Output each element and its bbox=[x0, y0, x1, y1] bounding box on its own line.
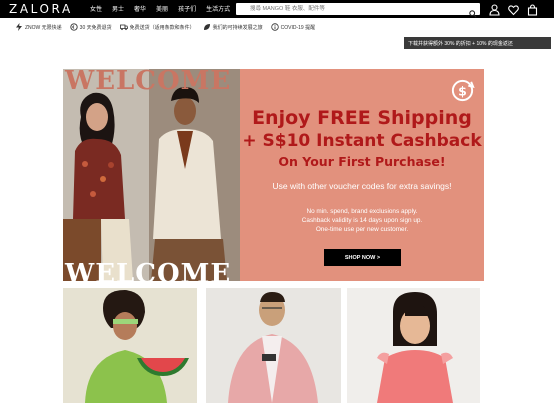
nav-item-beauty[interactable]: 美丽 bbox=[156, 4, 168, 13]
account-icon[interactable] bbox=[489, 3, 500, 16]
wishlist-heart-icon[interactable] bbox=[508, 3, 519, 16]
usp-item-returns[interactable]: 30 天免费退货 bbox=[70, 23, 112, 31]
lightning-icon bbox=[15, 23, 23, 31]
usp-item-sustainability[interactable]: 我们的可持续发展之旅 bbox=[203, 23, 263, 31]
svg-text:$: $ bbox=[458, 83, 467, 98]
shopping-bag-icon[interactable] bbox=[527, 3, 538, 16]
usp-item-znow[interactable]: ZNOW 无限快递 bbox=[15, 23, 62, 31]
usp-label: 我们的可持续发展之旅 bbox=[212, 24, 263, 31]
nav-item-women[interactable]: 女性 bbox=[90, 4, 102, 13]
usp-bar: ZNOW 无限快递 30 天免费退货 免费送货（适用条款和条件） 我们的可持续发… bbox=[0, 18, 554, 49]
promo-fineprint-1: No min. spend, brand exclusions apply. bbox=[306, 208, 418, 215]
nav-item-luxury[interactable]: 奢华 bbox=[134, 4, 146, 13]
search-input[interactable] bbox=[250, 4, 460, 14]
category-tile-men[interactable] bbox=[206, 288, 341, 403]
promo-fineprint-3: One-time use per new customer. bbox=[315, 226, 409, 233]
header-actions bbox=[489, 3, 538, 16]
tile-photo-girl-pink-dress bbox=[347, 288, 480, 403]
cashback-dollar-icon: $ bbox=[449, 77, 476, 109]
app-download-promo[interactable]: 下载并获得额外 30% 的折扣 + 10% 的现金返还 bbox=[404, 37, 551, 49]
info-icon bbox=[270, 23, 279, 31]
nav-item-lifestyle[interactable]: 生活方式 bbox=[206, 4, 230, 13]
top-navigation-bar: ZALORA 女性 男士 奢华 美丽 孩子们 生活方式 bbox=[0, 0, 554, 18]
tile-photo-woman-watermelon bbox=[63, 288, 197, 403]
zalora-logo[interactable]: ZALORA bbox=[9, 2, 73, 16]
truck-icon bbox=[119, 23, 128, 31]
category-tile-women[interactable] bbox=[63, 288, 197, 403]
promo-subline: Use with other voucher codes for extra s… bbox=[272, 181, 452, 191]
promo-banner[interactable]: $ Enjoy FREE Shipping + S$10 Instant Cas… bbox=[240, 69, 484, 281]
usp-label: 30 天免费退货 bbox=[79, 24, 112, 31]
promo-fineprint-2: Cashback validity is 14 days upon sign u… bbox=[301, 217, 423, 224]
welcome-heading-top: WELCOME bbox=[65, 69, 232, 96]
usp-label: COVID-19 提醒 bbox=[280, 24, 316, 31]
usp-item-covid[interactable]: COVID-19 提醒 bbox=[270, 23, 316, 31]
promo-headline-cashback: + S$10 Instant Cashback bbox=[242, 131, 482, 151]
shop-now-button[interactable]: SHOP NOW > bbox=[324, 249, 401, 266]
banner-models-illustration bbox=[63, 69, 240, 281]
nav-item-men[interactable]: 男士 bbox=[112, 4, 124, 13]
return-icon bbox=[70, 23, 78, 31]
usp-label: 免费送货（适用条款和条件） bbox=[129, 24, 195, 31]
search-box bbox=[236, 3, 480, 18]
usp-label: ZNOW 无限快递 bbox=[25, 24, 62, 31]
promo-headline-first-purchase: On Your First Purchase! bbox=[278, 154, 446, 169]
nav-item-kids[interactable]: 孩子们 bbox=[178, 4, 196, 13]
leaf-icon bbox=[203, 23, 211, 31]
category-tile-kids[interactable] bbox=[347, 288, 480, 403]
main-nav: 女性 男士 奢华 美丽 孩子们 生活方式 bbox=[90, 4, 230, 13]
usp-item-free-delivery[interactable]: 免费送货（适用条款和条件） bbox=[119, 23, 195, 31]
tile-photo-man-pink-suit bbox=[206, 288, 341, 403]
welcome-heading-bottom: WELCOME bbox=[65, 259, 232, 281]
promo-headline-free-shipping: Enjoy FREE Shipping bbox=[252, 107, 472, 129]
banner-photo[interactable]: WELCOME WELCOME bbox=[63, 69, 240, 281]
